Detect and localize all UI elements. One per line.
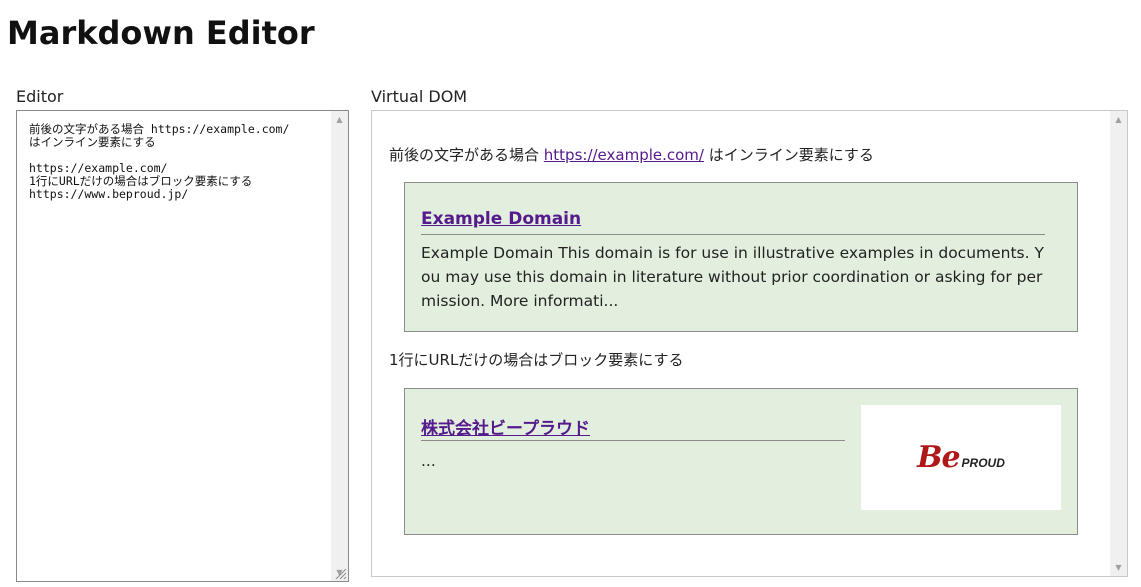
link-card-example[interactable]: Example Domain Example Domain This domai… (404, 182, 1078, 332)
card-title-link[interactable]: Example Domain (421, 209, 581, 229)
logo-text: PROUD (961, 456, 1005, 470)
virtual-dom-preview: 前後の文字がある場合 https://example.com/ はインライン要素… (371, 110, 1128, 577)
scroll-up-arrow-icon[interactable]: ▲ (331, 111, 348, 128)
paragraph-text-after: はインライン要素にする (703, 146, 874, 164)
inline-url-link[interactable]: https://example.com/ (544, 146, 704, 164)
virtual-dom-scrollbar[interactable]: ▲ ▼ (1110, 111, 1127, 576)
beproud-logo-icon: Be PROUD (917, 440, 1005, 475)
block-paragraph: 1行にURLだけの場合はブロック要素にする (389, 351, 684, 369)
inline-paragraph: 前後の文字がある場合 https://example.com/ はインライン要素… (389, 144, 874, 165)
card-thumbnail: Be PROUD (861, 405, 1061, 510)
editor-content[interactable]: 前後の文字がある場合 https://example.com/ はインライン要素… (29, 123, 329, 201)
card-description: Example Domain This domain is for use in… (421, 244, 1044, 310)
resize-grip-icon[interactable] (333, 566, 347, 580)
logo-mark: Be (917, 440, 960, 475)
scroll-down-arrow-icon[interactable]: ▼ (1110, 559, 1127, 576)
virtual-dom-label: Virtual DOM (371, 87, 468, 106)
card-description: ... (421, 452, 436, 470)
markdown-editor-textarea[interactable]: 前後の文字がある場合 https://example.com/ はインライン要素… (16, 110, 349, 582)
card-divider (421, 440, 845, 441)
editor-label: Editor (16, 87, 64, 106)
page-title: Markdown Editor (7, 14, 315, 52)
card-divider (421, 234, 1045, 235)
link-card-beproud[interactable]: 株式会社ビープラウド ... Be PROUD (404, 388, 1078, 535)
paragraph-text-before: 前後の文字がある場合 (389, 146, 544, 164)
card-title-link[interactable]: 株式会社ビープラウド (421, 414, 590, 439)
scroll-up-arrow-icon[interactable]: ▲ (1110, 111, 1127, 128)
editor-scrollbar[interactable]: ▲ ▼ (331, 111, 348, 581)
